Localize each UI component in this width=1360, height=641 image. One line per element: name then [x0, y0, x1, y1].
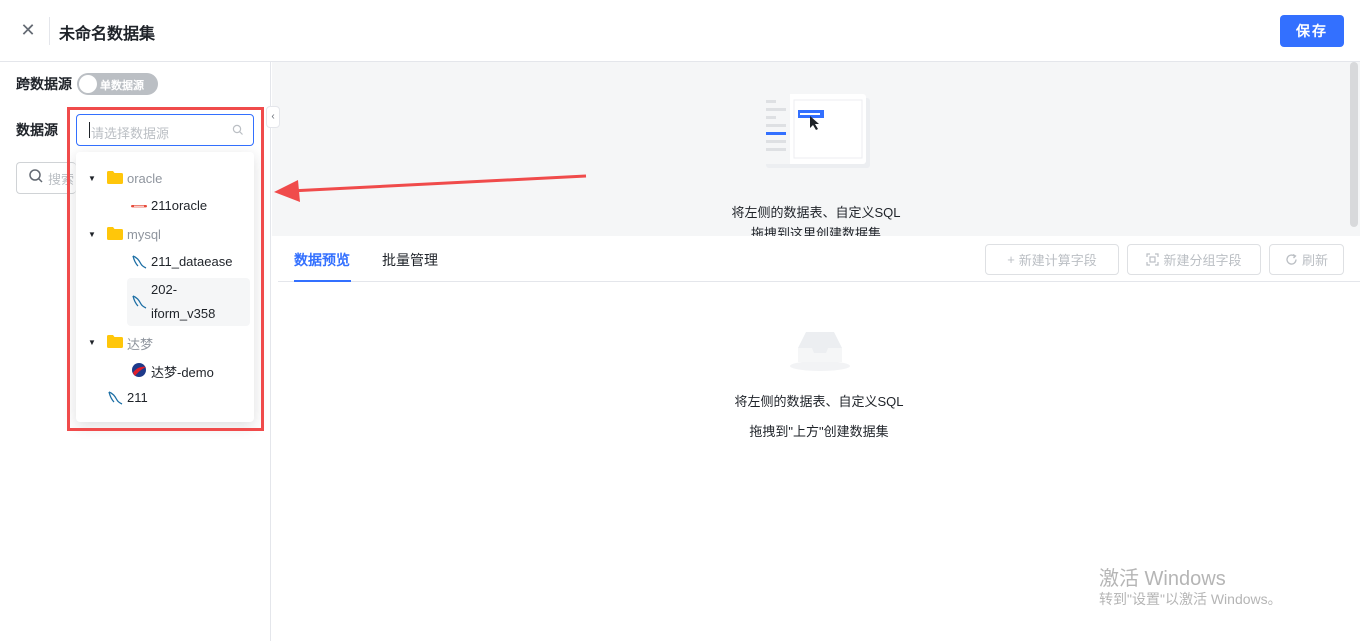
cross-source-label: 跨数据源: [16, 76, 72, 92]
mysql-icon: [108, 391, 123, 405]
folder-icon: [107, 335, 123, 348]
drop-area[interactable]: 将左侧的数据表、自定义SQL 拖拽到这里创建数据集: [272, 62, 1360, 236]
oracle-icon: [131, 205, 147, 208]
search-icon: [29, 169, 43, 183]
datasource-tree-dropdown: ▼ oracle 211oracle ▼ mysql 211_dataease …: [76, 152, 254, 422]
drop-hint-line1: 将左侧的数据表、自定义SQL: [731, 205, 901, 220]
save-button[interactable]: 保存: [1280, 15, 1344, 47]
empty-hint-line2: 拖拽到"上方"创建数据集: [749, 424, 889, 439]
tree-item-label: 211_dataease: [151, 254, 233, 269]
switch-text: 单数据源: [100, 80, 144, 92]
new-calc-field-button[interactable]: + 新建计算字段: [985, 244, 1119, 275]
search-icon: [232, 124, 243, 135]
tab-batch-manage[interactable]: 批量管理: [382, 250, 438, 270]
folder-icon: [107, 171, 123, 184]
tree-item-label: 达梦-demo: [151, 365, 214, 380]
folder-label: 达梦: [127, 337, 154, 352]
refresh-label: 刷新: [1301, 253, 1328, 268]
cross-source-switch[interactable]: 单数据源: [77, 73, 158, 95]
dameng-icon: [132, 363, 146, 377]
new-group-field-button[interactable]: 新建分组字段: [1127, 244, 1261, 275]
vertical-scrollbar[interactable]: [1350, 62, 1358, 227]
plus-icon: +: [1007, 252, 1015, 267]
new-calc-field-label: 新建计算字段: [1018, 253, 1097, 268]
drag-illustration-icon: [762, 94, 870, 168]
collapse-panel-button[interactable]: ‹: [266, 106, 280, 128]
windows-activation-title: 激活 Windows: [1099, 568, 1226, 590]
refresh-button[interactable]: 刷新: [1269, 244, 1344, 275]
folder-label: oracle: [127, 171, 163, 186]
datasource-label: 数据源: [16, 122, 58, 138]
page-title: 未命名数据集: [59, 26, 156, 43]
tree-item-label-line1: 202-: [151, 282, 178, 297]
close-icon[interactable]: ✕: [18, 20, 38, 40]
empty-hint-line1: 将左侧的数据表、自定义SQL: [734, 394, 904, 409]
drop-hint-line2: 拖拽到这里创建数据集: [750, 226, 881, 236]
active-tab-indicator: [294, 280, 351, 282]
folder-label: mysql: [127, 227, 161, 242]
tree-item-label-line2: iform_v358: [151, 306, 216, 321]
header-divider: [49, 17, 50, 45]
header: ✕ 未命名数据集 保存: [0, 0, 1360, 62]
empty-box-icon: [790, 332, 850, 371]
tree-item-label: 211: [127, 390, 148, 405]
caret-down-icon[interactable]: ▼: [87, 230, 97, 240]
caret-down-icon[interactable]: ▼: [87, 338, 97, 348]
switch-knob: [79, 75, 97, 93]
new-group-field-label: 新建分组字段: [1163, 253, 1242, 268]
text-caret: [89, 122, 90, 138]
mysql-icon: [132, 295, 147, 309]
tree-item-label: 211oracle: [151, 198, 208, 213]
tabs-bar: 数据预览 批量管理 + 新建计算字段 新建分组字段 刷新: [278, 236, 1360, 282]
group-field-icon: [1146, 253, 1160, 266]
search-placeholder: 搜索: [48, 172, 75, 187]
windows-activation-subtitle: 转到"设置"以激活 Windows。: [1099, 591, 1282, 607]
mysql-icon: [132, 255, 147, 269]
caret-down-icon[interactable]: ▼: [87, 174, 97, 184]
datasource-select-placeholder: 请选择数据源: [91, 126, 170, 141]
folder-icon: [107, 227, 123, 240]
tab-data-preview[interactable]: 数据预览: [294, 250, 350, 270]
refresh-icon: [1286, 253, 1297, 265]
datasource-select-input[interactable]: 请选择数据源: [76, 114, 254, 146]
